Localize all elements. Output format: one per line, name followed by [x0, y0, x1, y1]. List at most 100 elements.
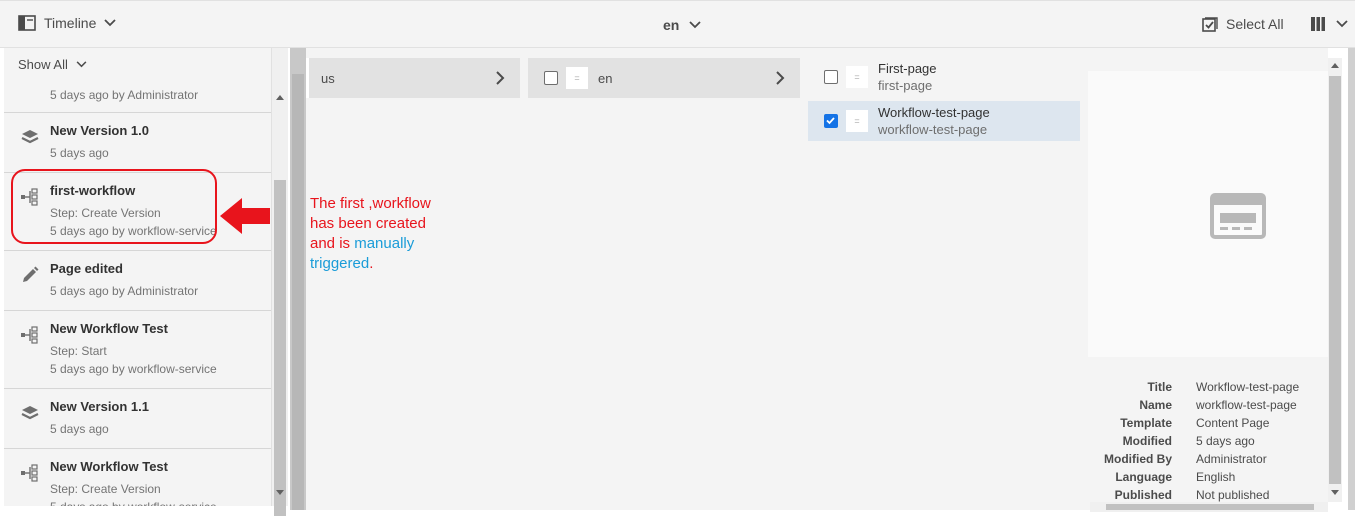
select-all-label: Select All	[1226, 16, 1284, 32]
property-row: Modified 5 days ago	[1090, 432, 1299, 450]
property-row: Template Content Page	[1090, 414, 1299, 432]
checkmark-icon	[826, 117, 835, 125]
rail-scrollbar-thumb[interactable]	[274, 180, 286, 516]
annotation-line: and is manually	[310, 234, 431, 254]
column-item-label: en	[598, 70, 613, 86]
property-label: Language	[1115, 470, 1172, 484]
version-icon	[21, 406, 39, 420]
property-value: Content Page	[1196, 416, 1270, 430]
timeline-item-subtitle: 5 days ago	[50, 146, 109, 160]
timeline-item[interactable]: New Workflow Test Step: Create Version 5…	[4, 449, 271, 506]
annotation-note: The first ,workflow has been created and…	[310, 194, 431, 274]
property-row: Name workflow-test-page	[1090, 396, 1299, 414]
page-thumbnail: =	[566, 67, 588, 89]
timeline-rail: Show All 5 days ago by Administrator New…	[4, 48, 272, 506]
property-label: Title	[1147, 380, 1172, 394]
scroll-up-icon	[276, 95, 284, 100]
property-label: Published	[1114, 488, 1172, 502]
timeline-item-subtitle: 5 days ago by Administrator	[50, 284, 199, 298]
scroll-up-icon	[1331, 63, 1339, 68]
property-label: Modified By	[1104, 452, 1172, 466]
main-scrollbar-thumb[interactable]	[1329, 76, 1341, 484]
timeline-item-subtitle: 5 days ago by Administrator	[50, 88, 199, 102]
page-thumbnail: =	[846, 110, 868, 132]
page-template-icon	[1210, 193, 1266, 239]
property-value: 5 days ago	[1196, 434, 1255, 448]
column-item-us[interactable]: us	[306, 58, 520, 98]
property-row: Title Workflow-test-page	[1090, 378, 1300, 396]
select-checkbox-checked[interactable]	[824, 114, 838, 128]
timeline-item[interactable]: New Version 1.1 5 days ago	[4, 389, 271, 449]
chevron-right-icon	[496, 71, 505, 85]
page-properties: Title Workflow-test-page Name workflow-tes…	[1090, 378, 1299, 504]
horizontal-scrollbar[interactable]	[1090, 502, 1328, 512]
column-item-en[interactable]: = en	[528, 58, 800, 98]
property-value: Administrator	[1196, 452, 1267, 466]
gutter-scrollbar-thumb[interactable]	[292, 74, 304, 510]
rail-selector[interactable]: Timeline	[18, 15, 117, 31]
timeline-item-subtitle: Step: Create Version	[50, 482, 161, 496]
horizontal-scrollbar-thumb[interactable]	[1106, 504, 1314, 510]
annotation-text-highlight: manually	[354, 235, 415, 252]
timeline-item[interactable]: Page edited 5 days ago by Administrator	[4, 251, 271, 311]
select-checkbox[interactable]	[824, 70, 838, 84]
column-item-label: us	[321, 70, 335, 86]
page-row-workflow-test-page[interactable]: = Workflow-test-page workflow-test-page	[808, 101, 1080, 141]
timeline-item-title: New Version 1.0	[50, 123, 149, 138]
annotation-line: triggered.	[310, 254, 431, 274]
chevron-down-icon	[76, 60, 87, 67]
timeline-item[interactable]: New Version 1.0 5 days ago	[4, 113, 271, 173]
language-label: en	[663, 17, 680, 33]
timeline-item-title: Page edited	[50, 261, 123, 276]
page-name: workflow-test-page	[878, 122, 988, 137]
pencil-icon	[23, 266, 39, 282]
timeline-filter-label: Show All	[18, 56, 68, 72]
chevron-right-icon	[776, 71, 785, 85]
page-title: Workflow-test-page	[878, 105, 990, 120]
scroll-down-icon	[1331, 490, 1339, 495]
timeline-item-title: New Version 1.1	[50, 399, 149, 414]
property-label: Template	[1120, 416, 1172, 430]
page-title: First-page	[878, 61, 937, 76]
chevron-down-icon	[1336, 20, 1348, 28]
property-value: English	[1196, 470, 1236, 484]
property-label: Name	[1139, 398, 1172, 412]
rail-panel-icon	[18, 15, 36, 31]
rail-scrollbar[interactable]	[272, 48, 288, 516]
annotation-text: and is	[310, 235, 355, 252]
select-all-button[interactable]: Select All	[1202, 16, 1284, 32]
rail-resize-gutter[interactable]	[290, 48, 306, 510]
timeline-item-title: New Workflow Test	[50, 321, 168, 336]
language-selector[interactable]: en	[663, 17, 701, 33]
property-value: Workflow-test-page	[1196, 380, 1300, 394]
annotation-highlight-box	[11, 169, 217, 244]
column-view-icon	[1311, 17, 1325, 31]
timeline-item-subtitle: 5 days ago by workflow-service	[50, 362, 217, 376]
timeline-item[interactable]: New Workflow Test Step: Start 5 days ago…	[4, 311, 271, 389]
timeline-item-subtitle: Step: Start	[50, 344, 107, 358]
property-value: workflow-test-page	[1196, 398, 1297, 412]
annotation-arrow-icon	[220, 198, 270, 234]
page-preview	[1088, 71, 1328, 357]
select-checkbox[interactable]	[544, 71, 558, 85]
annotation-text-highlight: triggered	[310, 255, 370, 272]
annotation-line: The first ,workflow	[310, 195, 431, 212]
main-scrollbar[interactable]	[1328, 58, 1342, 502]
property-value: Not published	[1196, 488, 1270, 502]
property-row: Language English	[1090, 468, 1299, 486]
timeline-item-subtitle: 5 days ago by workflow-service	[50, 498, 271, 506]
property-label: Modified	[1122, 434, 1172, 448]
rail-selector-label: Timeline	[44, 15, 97, 31]
version-icon	[21, 130, 39, 144]
page-name: first-page	[878, 78, 933, 93]
property-row: Modified By Administrator	[1090, 450, 1299, 468]
page-row-first-page[interactable]: = First-page first-page	[808, 57, 1080, 97]
timeline-filter[interactable]: Show All	[4, 48, 271, 80]
timeline-item[interactable]: 5 days ago by Administrator	[4, 80, 271, 113]
view-switcher[interactable]	[1310, 16, 1348, 32]
chevron-down-icon	[689, 21, 701, 29]
workflow-icon	[21, 326, 38, 344]
timeline-item-title: New Workflow Test	[50, 459, 168, 474]
window-edge	[1348, 48, 1355, 510]
timeline-list: 5 days ago by Administrator New Version …	[4, 80, 271, 506]
